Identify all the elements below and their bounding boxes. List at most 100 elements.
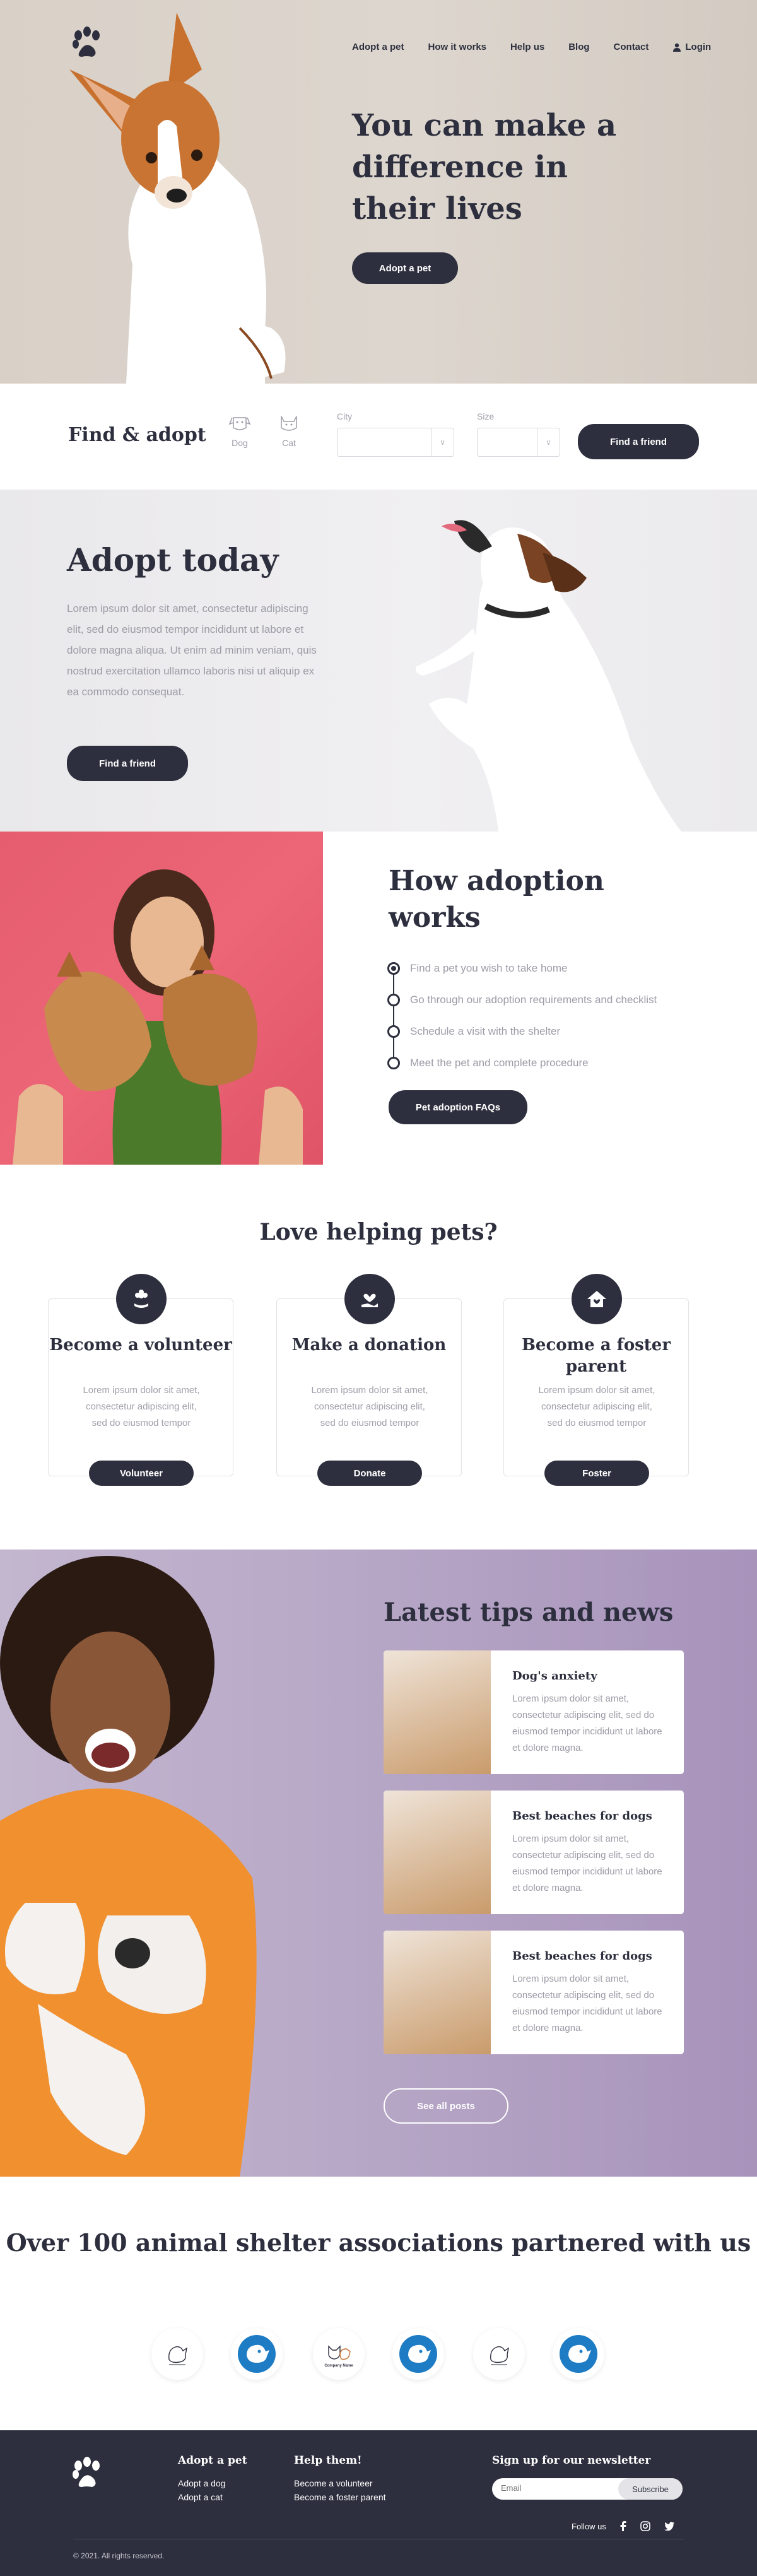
partner-logo[interactable]	[151, 2328, 203, 2380]
post-title: Best beaches for dogs	[512, 1950, 652, 1963]
foster-button[interactable]: Foster	[544, 1461, 649, 1486]
step-3[interactable]: Schedule a visit with the shelter	[387, 1016, 657, 1047]
size-label: Size	[477, 411, 495, 421]
see-all-posts-button[interactable]: See all posts	[384, 2088, 508, 2124]
step-1[interactable]: Find a pet you wish to take home	[387, 953, 657, 984]
partner-logo[interactable]: Company Name	[313, 2328, 365, 2380]
foster-card-text: Lorem ipsum dolor sit amet, consectetur …	[538, 1385, 655, 1428]
facebook-icon[interactable]	[620, 2521, 626, 2531]
chevron-down-icon: ∨	[431, 428, 454, 456]
email-field[interactable]	[501, 2483, 614, 2493]
company-name-caption: Company Name	[324, 2364, 353, 2368]
volunteer-card: Become a volunteer Lorem ipsum dolor sit…	[48, 1274, 233, 1486]
dog-sketch-logo-icon	[490, 2346, 510, 2365]
jumping-terrier-image	[415, 520, 681, 832]
dog-blue-logo-icon	[399, 2335, 437, 2373]
post-image	[384, 1791, 491, 1914]
cat-filter[interactable]: Cat	[278, 414, 300, 448]
cat-dog-logo-icon: Company Name	[324, 2345, 353, 2368]
donation-card-text: Lorem ipsum dolor sit amet, consectetur …	[311, 1385, 428, 1428]
partner-logo[interactable]	[231, 2328, 283, 2380]
footer-link-adopt-cat[interactable]: Adopt a cat	[178, 2492, 223, 2502]
home-heart-icon	[572, 1274, 622, 1324]
post-title: Dog's anxiety	[512, 1669, 597, 1683]
partner-logo[interactable]	[553, 2328, 604, 2380]
step-2[interactable]: Go through our adoption requirements and…	[387, 984, 657, 1016]
volunteer-card-title: Become a volunteer	[49, 1336, 232, 1355]
footer-link-volunteer[interactable]: Become a volunteer	[294, 2478, 373, 2488]
partner-logo[interactable]	[473, 2328, 525, 2380]
find-a-friend-button-2[interactable]: Find a friend	[67, 746, 188, 781]
partner-logo[interactable]	[392, 2328, 444, 2380]
nav-item-contact[interactable]: Contact	[614, 42, 649, 52]
newsletter-title: Sign up for our newsletter	[492, 2454, 651, 2467]
adopt-today-title: Adopt today	[67, 541, 279, 579]
news-card-1[interactable]: Dog's anxiety Lorem ipsum dolor sit amet…	[384, 1650, 684, 1774]
donation-card: Make a donation Lorem ipsum dolor sit am…	[276, 1274, 462, 1486]
news-card-2[interactable]: Best beaches for dogs Lorem ipsum dolor …	[384, 1791, 684, 1914]
step-2-text: Go through our adoption requirements and…	[410, 994, 657, 1006]
footer-link-adopt-dog[interactable]: Adopt a dog	[178, 2478, 226, 2488]
foster-card-title: Become a foster parent	[521, 1336, 671, 1376]
find-adopt-title: Find & adopt	[68, 424, 206, 446]
nav-item-blog[interactable]: Blog	[568, 42, 589, 52]
adopt-a-pet-button[interactable]: Adopt a pet	[352, 252, 458, 284]
subscribe-button[interactable]: Subscribe	[618, 2478, 683, 2500]
adopt-today-text: Lorem ipsum dolor sit amet, consectetur …	[67, 603, 317, 698]
login-link[interactable]: Login	[672, 42, 711, 52]
post-excerpt: Lorem ipsum dolor sit amet, consectetur …	[512, 1693, 662, 1753]
donate-button[interactable]: Donate	[317, 1461, 422, 1486]
login-label: Login	[685, 42, 712, 52]
volunteer-button[interactable]: Volunteer	[89, 1461, 194, 1486]
cat-filter-label: Cat	[282, 438, 296, 448]
how-adoption-title: How adoption works	[389, 865, 604, 934]
help-title: Love helping pets?	[259, 1219, 498, 1245]
nav-item-adopt[interactable]: Adopt a pet	[352, 42, 404, 52]
dog-filter[interactable]: Dog	[227, 414, 252, 448]
dog-sketch-logo-icon	[168, 2346, 188, 2365]
size-select[interactable]: ∨	[477, 428, 560, 457]
step-dot	[387, 1025, 400, 1038]
pet-adoption-faqs-button[interactable]: Pet adoption FAQs	[389, 1090, 527, 1124]
flower-hand-icon	[116, 1274, 167, 1324]
foster-card: Become a foster parent Lorem ipsum dolor…	[503, 1274, 689, 1486]
paw-logo-icon[interactable]	[71, 26, 103, 61]
how-adoption-works-section: How adoption works Find a pet you wish t…	[0, 832, 757, 1165]
cat-icon	[281, 416, 297, 431]
user-icon	[673, 43, 681, 52]
find-a-friend-button[interactable]: Find a friend	[578, 424, 699, 459]
dog-blue-logo-icon	[560, 2335, 597, 2373]
adoption-steps: Find a pet you wish to take home Go thro…	[387, 953, 657, 1079]
footer: Adopt a pet Adopt a dog Adopt a cat Help…	[0, 2430, 757, 2576]
step-3-text: Schedule a visit with the shelter	[410, 1025, 561, 1037]
step-4[interactable]: Meet the pet and complete procedure	[387, 1047, 657, 1079]
heart-hand-icon	[344, 1274, 395, 1324]
woman-with-puppies-image	[0, 832, 323, 1165]
main-nav: Adopt a pet How it works Help us Blog Co…	[352, 42, 711, 52]
hero-section: Adopt a pet How it works Help us Blog Co…	[0, 0, 757, 384]
footer-link-foster[interactable]: Become a foster parent	[294, 2492, 386, 2502]
news-card-3[interactable]: Best beaches for dogs Lorem ipsum dolor …	[384, 1931, 684, 2054]
chevron-down-icon: ∨	[537, 428, 560, 456]
city-select[interactable]: ∨	[337, 428, 454, 457]
city-label: City	[337, 411, 353, 421]
post-image	[384, 1650, 491, 1774]
step-dot-active	[387, 962, 400, 975]
post-excerpt: Lorem ipsum dolor sit amet, consectetur …	[512, 1973, 662, 2033]
nav-item-how-it-works[interactable]: How it works	[428, 42, 487, 52]
nav-item-help-us[interactable]: Help us	[510, 42, 544, 52]
partners-title: Over 100 animal shelter associations par…	[6, 2228, 751, 2257]
dog-icon	[228, 417, 251, 430]
copyright: © 2021. All rights reserved.	[73, 2551, 165, 2560]
instagram-icon[interactable]	[640, 2521, 650, 2531]
follow-us-label: Follow us	[572, 2521, 606, 2531]
newsletter-form: Subscribe	[492, 2478, 683, 2500]
partners-section: Over 100 animal shelter associations par…	[0, 2177, 757, 2430]
step-1-text: Find a pet you wish to take home	[410, 962, 568, 974]
twitter-icon[interactable]	[664, 2522, 674, 2531]
paw-logo-icon[interactable]	[71, 2457, 103, 2491]
hero-title: You can make a difference in their lives	[352, 108, 617, 226]
post-title: Best beaches for dogs	[512, 1809, 652, 1823]
news-title: Latest tips and news	[384, 1597, 674, 1627]
social-links: Follow us	[572, 2521, 674, 2531]
